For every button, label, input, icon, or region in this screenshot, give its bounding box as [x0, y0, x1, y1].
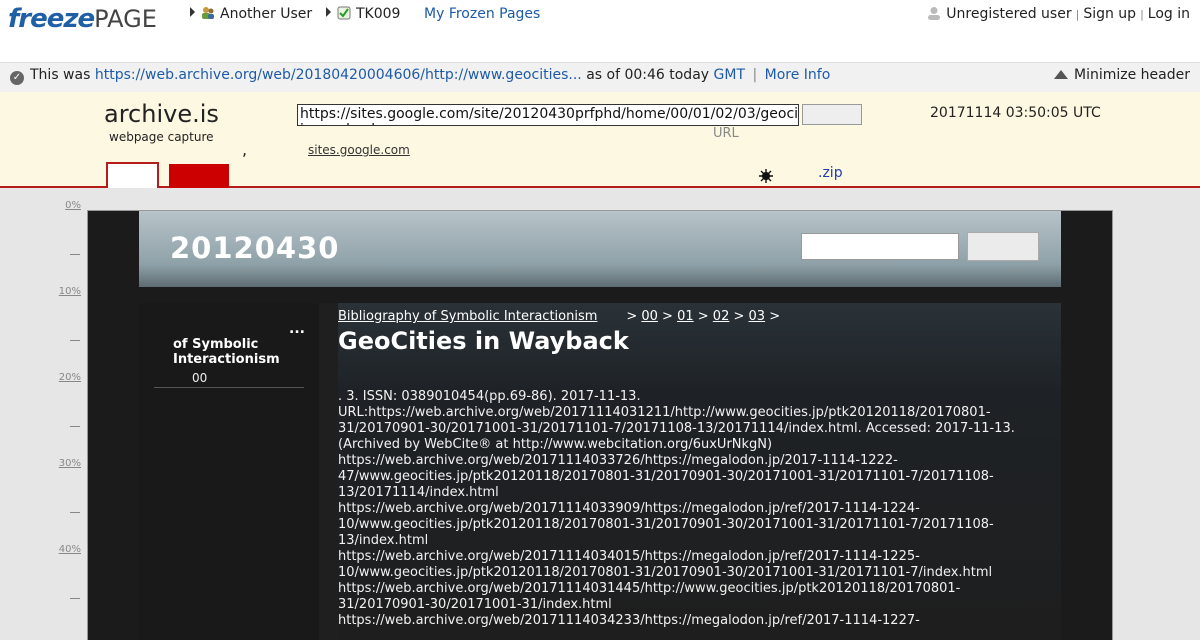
checkpage-icon [337, 6, 351, 20]
freeze-info-bar: ✓ This was https://web.archive.org/web/20… [0, 62, 1200, 92]
site-search-input[interactable] [801, 233, 959, 260]
archive-header: archive.is webpage capture , https://sit… [0, 92, 1200, 188]
body-line: (Archived by WebCite® at http://www.webc… [338, 437, 773, 452]
user-icon [928, 7, 941, 20]
ruler-tick [70, 598, 80, 599]
site-banner: 20120430 [139, 211, 1061, 287]
archive-subtitle: webpage capture [109, 130, 214, 144]
body-line: URL:https://web.archive.org/web/20171114… [338, 405, 991, 420]
scroll-ruler: 0% 10% 20% 30% 40% [0, 188, 86, 630]
nav-tk009-label: TK009 [356, 6, 401, 22]
ruler-label[interactable]: 20% [56, 372, 81, 383]
url-input[interactable]: https://sites.google.com/site/20120430pr… [297, 104, 799, 126]
ruler-label[interactable]: 10% [56, 286, 81, 297]
zip-download-link[interactable]: .zip [818, 165, 843, 181]
bar-prefix: This was [30, 67, 91, 83]
ruler-tick [70, 512, 80, 513]
logo-page-text: PAGE [94, 5, 157, 33]
minimize-header-label: Minimize header [1074, 67, 1190, 83]
gmt-link[interactable]: GMT [714, 67, 745, 83]
account-links: Unregistered user | Sign up | Log in [927, 6, 1190, 22]
ruler-label[interactable]: 30% [56, 458, 81, 469]
minimize-header-button[interactable]: Minimize header [1054, 67, 1190, 83]
body-line: https://web.archive.org/web/201711140314… [338, 581, 961, 596]
page-body-text: . 3. ISSN: 0389010454(pp.69-86). 2017-11… [338, 389, 1038, 629]
body-line: https://web.archive.org/web/201711140342… [338, 613, 920, 628]
separator: | [1075, 8, 1080, 21]
breadcrumb-root[interactable]: Bibliography of Symbolic Interactionism [338, 309, 597, 324]
freezepage-logo[interactable]: freezePAGE [8, 4, 157, 34]
body-line: 31/20170901-30/20171001-31/index.html [338, 597, 612, 612]
archive-comma: , [242, 140, 248, 159]
domain-link[interactable]: sites.google.com [308, 143, 410, 157]
triangle-up-icon [1054, 70, 1068, 79]
tab-screenshot[interactable] [169, 164, 229, 188]
archived-page-frame: 20120430 ... of Symbolic Interactionism … [87, 210, 1113, 640]
sidebar-divider [154, 387, 304, 388]
breadcrumb-00[interactable]: 00 [641, 309, 658, 324]
breadcrumb-01[interactable]: 01 [677, 309, 694, 324]
body-line: https://web.archive.org/web/201711140339… [338, 501, 920, 516]
site-title[interactable]: 20120430 [170, 231, 339, 265]
logo-freeze-text: freeze [8, 4, 95, 34]
ruler-tick [70, 254, 80, 255]
sidebar-more[interactable]: ... [289, 321, 305, 337]
url-label: URL [713, 126, 739, 141]
body-line: https://web.archive.org/web/201711140340… [338, 549, 920, 564]
my-frozen-pages-link[interactable]: My Frozen Pages [424, 6, 540, 22]
body-line: 10/www.geocities.jp/ptk20120118/20170801… [338, 517, 994, 532]
body-line: 13/index.html [338, 533, 429, 548]
nav-my-frozen-pages[interactable]: My Frozen Pages [424, 6, 540, 22]
freezepage-header: freezePAGE Another User TK009 My Frozen … [0, 0, 1200, 92]
signup-link[interactable]: Sign up [1083, 6, 1136, 22]
body-line: 31/20170901-30/20171001-31/20171101-7/20… [338, 421, 1015, 436]
ruler-label[interactable]: 40% [56, 544, 81, 555]
nav-another-user[interactable]: Another User [190, 6, 312, 22]
body-line: 10/www.geocities.jp/ptk20120118/20170801… [338, 565, 993, 580]
site-content: Bibliography of Symbolic Interactionism … [338, 303, 1061, 640]
site-sidebar: ... of Symbolic Interactionism 00 [139, 303, 319, 640]
users-icon [202, 7, 214, 19]
as-of-text: as of 00:46 today [586, 67, 710, 83]
site-search-button[interactable] [967, 232, 1039, 261]
breadcrumb-03[interactable]: 03 [749, 309, 766, 324]
original-url-link[interactable]: https://web.archive.org/web/201804200046… [95, 67, 582, 83]
login-link[interactable]: Log in [1148, 6, 1190, 22]
arrow-right-icon [190, 7, 195, 17]
url-submit-button[interactable] [802, 104, 862, 125]
breadcrumb-02[interactable]: 02 [713, 309, 730, 324]
more-info-link[interactable]: More Info [765, 67, 831, 83]
body-line: https://web.archive.org/web/201711140337… [338, 453, 898, 468]
page-title: GeoCities in Wayback [338, 327, 629, 355]
separator: | [752, 67, 758, 83]
unregistered-user-label: Unregistered user [946, 6, 1072, 22]
separator: | [1140, 8, 1144, 21]
freeze-info-line: ✓ This was https://web.archive.org/web/20… [10, 67, 830, 85]
share-icon[interactable] [758, 168, 774, 184]
capture-date: 20171114 03:50:05 UTC [930, 105, 1101, 121]
body-line: 47/www.geocities.jp/ptk20120118/20170801… [338, 469, 994, 484]
sidebar-subitem-00[interactable]: 00 [192, 371, 207, 385]
sidebar-item-symbolic-interactionism[interactable]: of Symbolic Interactionism [173, 337, 303, 367]
body-line: 13/20171114/index.html [338, 485, 499, 500]
nav-another-user-label: Another User [220, 6, 313, 22]
nav-tk009[interactable]: TK009 [326, 6, 400, 22]
breadcrumb: Bibliography of Symbolic Interactionism … [338, 309, 781, 324]
tab-webpage[interactable] [106, 162, 159, 188]
ruler-label[interactable]: 0% [56, 200, 81, 211]
archive-logo[interactable]: archive.is [104, 100, 219, 128]
ruler-tick [70, 340, 80, 341]
body-line: . 3. ISSN: 0389010454(pp.69-86). 2017-11… [338, 389, 641, 404]
ruler-tick [70, 426, 80, 427]
check-icon: ✓ [10, 71, 24, 85]
arrow-right-icon [326, 7, 331, 17]
site-body: ... of Symbolic Interactionism 00 Biblio… [139, 303, 1061, 640]
